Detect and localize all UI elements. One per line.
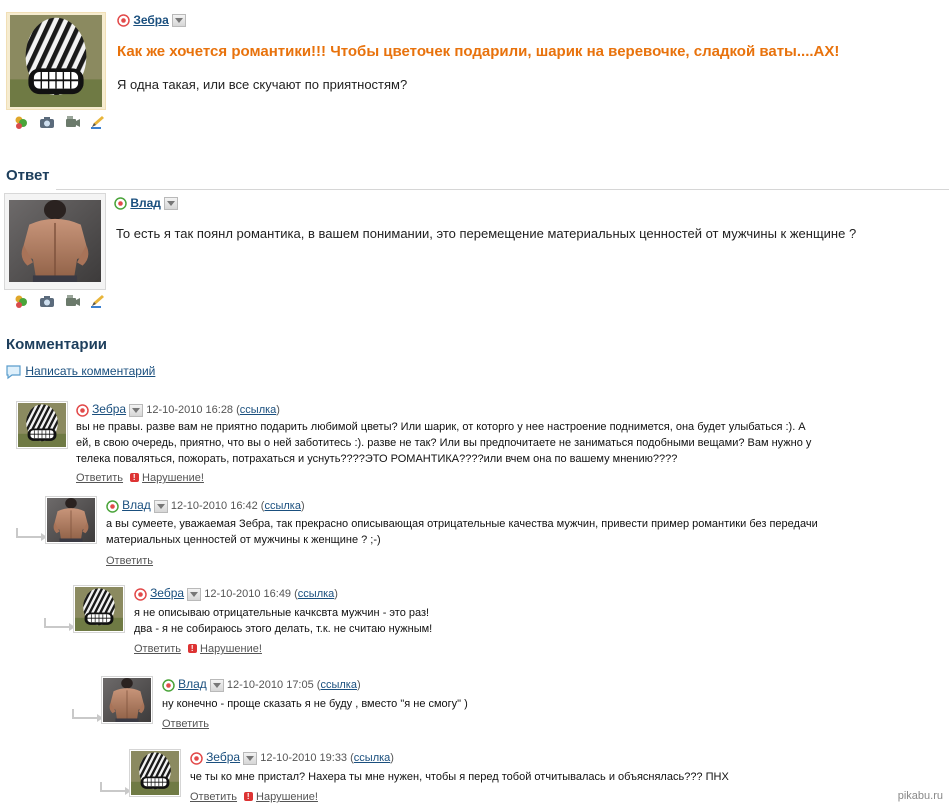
comment-5-header: Зебра 12-10-2010 19:33 (ссылка)	[190, 750, 394, 765]
answer-user-tools	[14, 293, 112, 308]
answer-body: То есть я так поянл романтика, в вашем п…	[116, 226, 857, 241]
answer-avatar[interactable]	[4, 193, 106, 290]
comment-1-header: Зебра 12-10-2010 16:28 (ссылка)	[76, 402, 280, 417]
question-avatar[interactable]	[6, 12, 106, 110]
vlad-status-icon	[114, 197, 127, 211]
blog-pencil-icon[interactable]	[90, 294, 105, 308]
comment-3-header: Зебра 12-10-2010 16:49 (ссылка)	[134, 586, 338, 601]
question-author-dropdown[interactable]	[172, 14, 187, 28]
comment-2-author-dropdown[interactable]	[153, 499, 168, 513]
comment-4-line-1: ну конечно - проще сказать я не буду , в…	[162, 698, 468, 710]
question-title: Как же хочется романтики!!! Чтобы цветоч…	[117, 43, 840, 60]
comment-5-author[interactable]: Зебра	[206, 750, 240, 764]
comment-4-author[interactable]: Влад	[178, 677, 207, 691]
comment-3-date: 12-10-2010 16:49	[204, 588, 292, 600]
comment-5-violation-link[interactable]: Нарушение!	[256, 791, 318, 803]
question-body: Я одна такая, или все скучают по приятно…	[117, 77, 408, 92]
comment-5-author-dropdown[interactable]	[243, 751, 258, 765]
comment-4-header: Влад 12-10-2010 17:05 (ссылка)	[162, 677, 361, 692]
comment-5-line-1: че ты ко мне пристал? Нахера ты мне нуже…	[190, 771, 729, 783]
answer-divider	[56, 189, 949, 190]
comment-3-violation-link[interactable]: Нарушение!	[200, 643, 262, 655]
vlad-status-icon	[106, 499, 119, 513]
comment-2-author[interactable]: Влад	[122, 498, 151, 512]
comment-5-reply-link[interactable]: Ответить	[190, 791, 237, 803]
violation-icon: !	[243, 792, 253, 802]
comment-4-permalink[interactable]: ссылка	[320, 679, 357, 691]
reply-arrow-icon	[44, 618, 75, 631]
violation-icon: !	[129, 473, 139, 483]
comment-1-actions: Ответить ! Нарушение!	[76, 470, 204, 484]
comment-1-permalink[interactable]: ссылка	[240, 404, 277, 416]
comment-5-avatar[interactable]	[129, 749, 181, 797]
reply-arrow-icon	[72, 709, 103, 722]
comment-2-permalink[interactable]: ссылка	[264, 500, 301, 512]
write-comment-row: Написать комментарий	[5, 364, 155, 380]
comment-2-actions: Ответить	[106, 553, 153, 567]
comment-4-avatar[interactable]	[101, 676, 153, 724]
comment-2-text: а вы сумеете, уважаемая Зебра, так прекр…	[106, 516, 936, 548]
comments-section-title: Комментарии	[6, 336, 108, 353]
comment-2-line-2: материальных ценностей от мужчины к женщ…	[106, 534, 381, 546]
answer-author-dropdown[interactable]	[164, 197, 179, 211]
blog-pencil-icon[interactable]	[90, 115, 105, 129]
comment-3-author[interactable]: Зебра	[150, 586, 184, 600]
comment-3-author-dropdown[interactable]	[187, 587, 202, 601]
comment-3-avatar[interactable]	[73, 585, 125, 633]
comment-1-violation-link[interactable]: Нарушение!	[142, 472, 204, 484]
zebra-status-icon	[134, 587, 147, 601]
comment-3-actions: Ответить ! Нарушение!	[134, 641, 262, 655]
comment-4-author-dropdown[interactable]	[209, 678, 224, 692]
comment-1-author-dropdown[interactable]	[129, 403, 144, 417]
comment-1-author[interactable]: Зебра	[92, 402, 126, 416]
comment-5-permalink[interactable]: ссылка	[354, 752, 391, 764]
vlad-status-icon	[162, 678, 175, 692]
comment-2-line-1: а вы сумеете, уважаемая Зебра, так прекр…	[106, 518, 818, 530]
comment-2-avatar[interactable]	[45, 496, 97, 544]
comment-2-header: Влад 12-10-2010 16:42 (ссылка)	[106, 498, 305, 513]
comment-1-avatar[interactable]	[16, 401, 68, 449]
photo-camera-icon[interactable]	[39, 115, 55, 129]
comment-3-line-2: два - я не собираюсь этого делать, т.к. …	[134, 623, 433, 635]
zebra-status-icon	[76, 403, 89, 417]
comment-2-date: 12-10-2010 16:42	[170, 500, 258, 512]
watermark: pikabu.ru	[897, 790, 943, 802]
zebra-status-icon	[190, 751, 203, 765]
comment-4-date: 12-10-2010 17:05	[226, 679, 314, 691]
question-author-line: Зебра	[117, 13, 187, 28]
comment-1-reply-link[interactable]: Ответить	[76, 472, 123, 484]
comment-3-permalink[interactable]: ссылка	[298, 588, 335, 600]
video-camera-icon[interactable]	[65, 294, 80, 308]
reply-arrow-icon	[100, 782, 131, 795]
comment-1-line-2: ей, в свою очередь, приятно, что вы о не…	[76, 437, 812, 449]
comment-3-text: я не описываю отрицательные качксвта муж…	[134, 605, 934, 637]
comment-3-reply-link[interactable]: Ответить	[134, 643, 181, 655]
answer-author-link[interactable]: Влад	[130, 196, 161, 210]
comment-1-date: 12-10-2010 16:28	[146, 404, 234, 416]
violation-icon: !	[187, 644, 197, 654]
write-comment-link[interactable]: Написать комментарий	[25, 364, 155, 378]
comment-1-line-3: телека поваляться, пожорать, потрахаться…	[76, 453, 678, 465]
comment-2-reply-link[interactable]: Ответить	[106, 555, 153, 567]
comment-4-actions: Ответить	[162, 716, 209, 730]
comment-4-text: ну конечно - проще сказать я не буду , в…	[162, 696, 932, 712]
comment-1-line-1: вы не правы. разве вам не приятно подари…	[76, 421, 806, 433]
answer-author-line: Влад	[114, 196, 179, 211]
speech-bubble-icon	[6, 365, 21, 380]
comment-3-line-1: я не описываю отрицательные качксвта муж…	[134, 607, 430, 619]
comment-5-text: че ты ко мне пристал? Нахера ты мне нуже…	[190, 769, 940, 785]
question-author-link[interactable]: Зебра	[133, 13, 168, 27]
comment-4-reply-link[interactable]: Ответить	[162, 718, 209, 730]
question-user-tools	[14, 114, 112, 129]
answer-section-title: Ответ	[6, 167, 50, 184]
video-camera-icon[interactable]	[65, 115, 80, 129]
friends-icon[interactable]	[14, 294, 28, 308]
comment-5-actions: Ответить ! Нарушение!	[190, 789, 318, 803]
photo-camera-icon[interactable]	[39, 294, 55, 308]
comment-1-text: вы не правы. разве вам не приятно подари…	[76, 419, 926, 467]
zebra-status-icon	[117, 14, 130, 28]
comment-5-date: 12-10-2010 19:33	[260, 752, 348, 764]
friends-icon[interactable]	[14, 115, 28, 129]
reply-arrow-icon	[16, 528, 47, 541]
